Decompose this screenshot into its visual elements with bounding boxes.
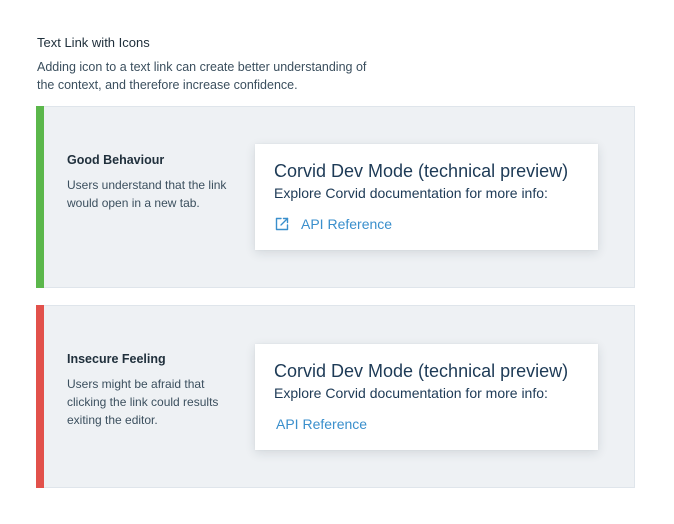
bad-example-card: Corvid Dev Mode (technical preview) Expl… (255, 344, 598, 450)
good-behaviour-example: Good Behaviour Users understand that the… (36, 106, 635, 288)
card-title: Corvid Dev Mode (technical preview) (274, 361, 569, 381)
insecure-feeling-description: Users might be afraid that clicking the … (67, 377, 219, 427)
card-subtitle: Explore Corvid documentation for more in… (274, 385, 548, 401)
card-subtitle: Explore Corvid documentation for more in… (274, 185, 548, 201)
external-link-icon (274, 216, 290, 232)
card-title: Corvid Dev Mode (technical preview) (274, 161, 569, 181)
good-behaviour-label: Good Behaviour (67, 153, 165, 167)
header-description: Adding icon to a text link can create be… (37, 60, 367, 92)
good-example-card: Corvid Dev Mode (technical preview) Expl… (255, 144, 598, 250)
api-reference-link-label: API Reference (276, 416, 368, 432)
insecure-feeling-label: Insecure Feeling (67, 352, 166, 366)
bad-accent-bar (36, 305, 44, 488)
api-reference-link-label: API Reference (301, 216, 393, 232)
header-title: Text Link with Icons (37, 35, 150, 50)
api-reference-link[interactable]: API Reference (276, 416, 367, 432)
good-behaviour-description: Users understand that the link would ope… (67, 178, 227, 210)
api-reference-link[interactable]: API Reference (274, 216, 392, 232)
insecure-feeling-example: Insecure Feeling Users might be afraid t… (36, 305, 635, 488)
good-accent-bar (36, 106, 44, 288)
